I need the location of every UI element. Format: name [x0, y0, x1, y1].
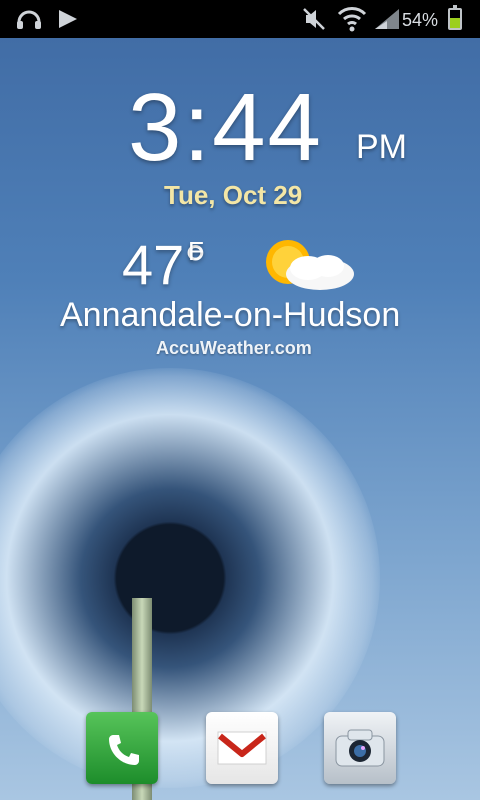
app-dock [0, 708, 480, 800]
gmail-icon [217, 731, 267, 765]
phone-icon [109, 735, 139, 765]
battery-level [450, 18, 460, 28]
mute-icon [300, 0, 328, 38]
camera-app-icon[interactable] [324, 712, 396, 784]
play-icon [54, 0, 80, 38]
battery-icon [448, 5, 462, 30]
wifi-icon [336, 0, 368, 38]
weather-provider[interactable]: AccuWeather.com [156, 338, 312, 359]
clock-time[interactable]: 3:44 [128, 80, 323, 176]
battery-percentage: 54% [401, 10, 438, 30]
signal-icon [372, 0, 402, 38]
partly-cloudy-icon[interactable] [248, 230, 358, 300]
gmail-app-icon[interactable] [206, 712, 278, 784]
headphones-icon [14, 0, 44, 38]
clock-ampm: PM [356, 128, 407, 166]
camera-icon [335, 729, 385, 767]
status-bar: 54% [0, 0, 480, 38]
clock-date[interactable]: Tue, Oct 29 [164, 180, 302, 211]
weather-temperature-unit: F [188, 236, 204, 266]
phone-app-icon[interactable] [86, 712, 158, 784]
weather-location[interactable]: Annandale-on-Hudson [60, 296, 400, 335]
